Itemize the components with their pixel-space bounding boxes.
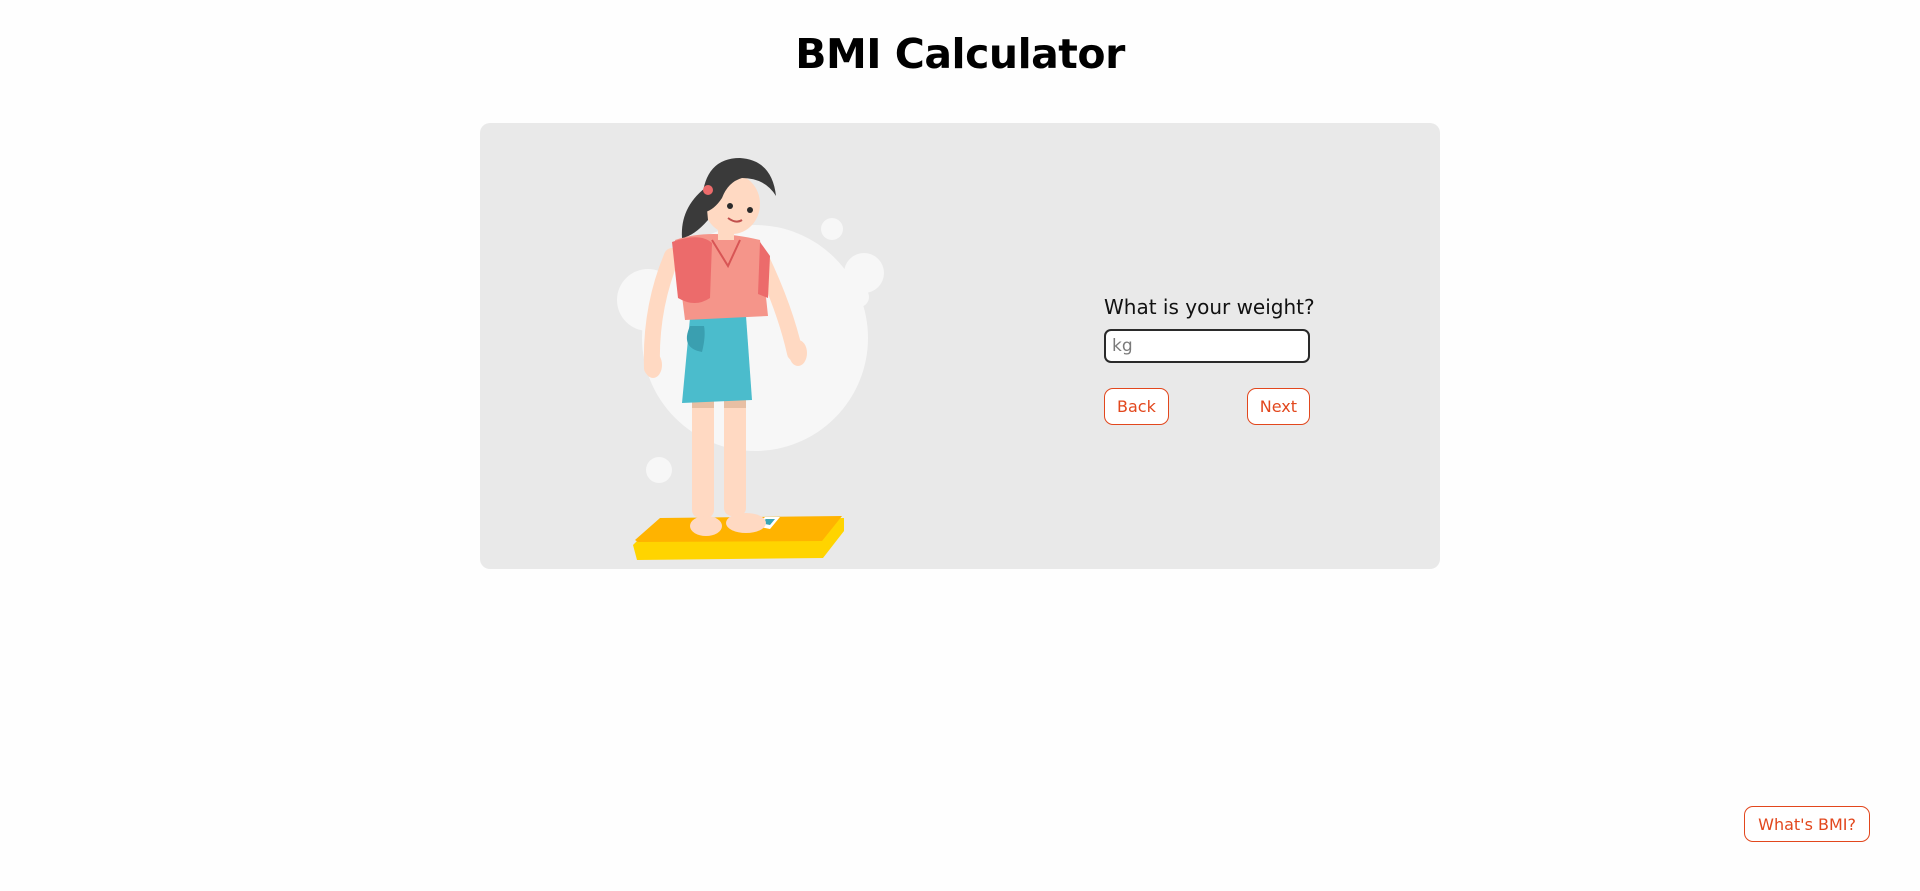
page: BMI Calculator What is your weight? kg B… bbox=[0, 0, 1920, 891]
person-on-scale-illustration bbox=[617, 158, 884, 560]
back-button[interactable]: Back bbox=[1104, 388, 1169, 425]
next-button[interactable]: Next bbox=[1246, 388, 1310, 425]
calculator-card: What is your weight? Back Next bbox=[480, 123, 1440, 569]
weight-input[interactable] bbox=[1104, 329, 1310, 363]
form-buttons: Back Next bbox=[1104, 388, 1310, 425]
weight-form: What is your weight? Back Next bbox=[1104, 295, 1315, 425]
whats-bmi-button[interactable]: What's BMI? bbox=[1744, 806, 1870, 842]
weight-question: What is your weight? bbox=[1104, 295, 1315, 319]
page-title: BMI Calculator bbox=[795, 30, 1125, 78]
